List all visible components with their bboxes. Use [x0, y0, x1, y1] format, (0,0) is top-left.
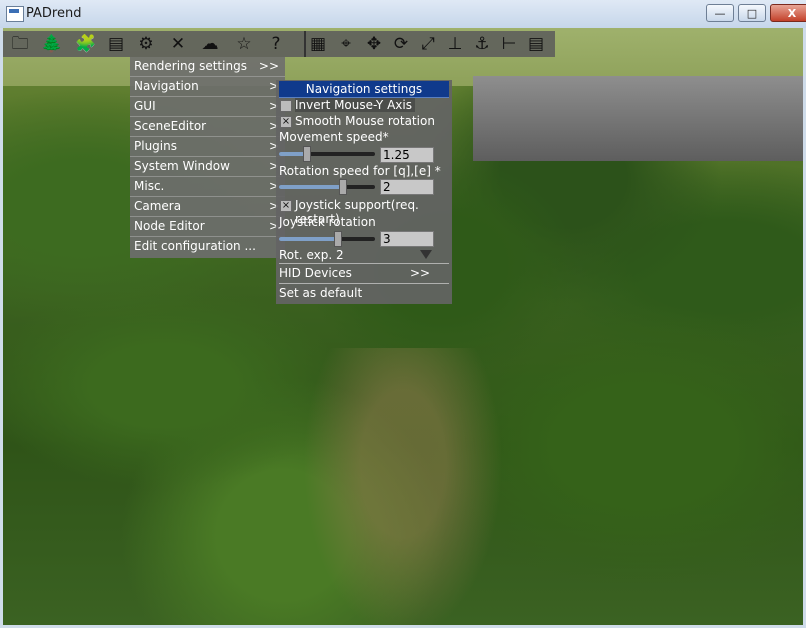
- rotation-speed-label: Rotation speed for [q],[e] *: [279, 164, 441, 178]
- slider-fill: [279, 237, 337, 241]
- menu-item-navigation[interactable]: Navigation >: [130, 77, 285, 97]
- settings-menu: Rendering settings >> Navigation > GUI > Sc…: [130, 57, 285, 258]
- submenu-arrow-icon: >>: [410, 266, 431, 280]
- puzzle-icon[interactable]: 🧩: [75, 34, 97, 54]
- hid-devices-item[interactable]: HID Devices: [279, 266, 352, 280]
- movement-speed-label: Movement speed*: [279, 130, 389, 144]
- rotation-speed-value[interactable]: 2: [380, 179, 434, 195]
- maximize-button[interactable]: □: [738, 4, 766, 22]
- divider: [279, 283, 449, 284]
- menu-item-system-window[interactable]: System Window >: [130, 157, 285, 177]
- weather-icon[interactable]: ☁: [199, 34, 221, 54]
- slider-thumb[interactable]: [333, 231, 342, 247]
- joystick-support-checkbox[interactable]: ×: [280, 200, 292, 212]
- smooth-mouse-rotation-checkbox[interactable]: ×: [280, 116, 292, 128]
- menu-item-label: Misc.: [134, 179, 165, 193]
- smooth-mouse-rotation-label[interactable]: Smooth Mouse rotation: [295, 114, 435, 128]
- star-icon[interactable]: ☆: [233, 34, 255, 54]
- list-icon[interactable]: ▤: [105, 34, 127, 54]
- toolbar-separator: [304, 31, 306, 57]
- slider-fill: [279, 185, 343, 189]
- chevron-down-icon: [420, 250, 432, 259]
- divider: [279, 263, 449, 264]
- rotation-speed-slider[interactable]: [279, 179, 375, 195]
- rotate-icon[interactable]: ⟳: [390, 34, 412, 54]
- app-icon: [6, 6, 24, 22]
- menu-item-label: Camera: [134, 199, 182, 213]
- menu-item-node-editor[interactable]: Node Editor >: [130, 217, 285, 237]
- invert-mouse-y-checkbox[interactable]: [280, 100, 292, 112]
- tools-icon[interactable]: ✕: [167, 34, 189, 54]
- menu-item-rendering-settings[interactable]: Rendering settings >>: [130, 57, 285, 77]
- menu-item-label: Node Editor: [134, 219, 205, 233]
- drop-icon[interactable]: ⊥: [444, 34, 466, 54]
- menu-item-scene-editor[interactable]: SceneEditor >: [130, 117, 285, 137]
- measure-icon[interactable]: ⊢: [498, 34, 520, 54]
- tree-icon[interactable]: 🌲: [41, 34, 63, 54]
- rot-exp-label: Rot. exp.: [279, 248, 333, 262]
- camera-icon[interactable]: ⌖: [335, 34, 357, 54]
- anchor-icon[interactable]: ⚓: [471, 34, 493, 54]
- joystick-rotation-value[interactable]: 3: [380, 231, 434, 247]
- move-icon[interactable]: ✥: [363, 34, 385, 54]
- menu-item-label: SceneEditor: [134, 119, 207, 133]
- joystick-rotation-label: Joystick rotation: [279, 215, 376, 229]
- window-title: PADrend: [26, 6, 82, 21]
- menu-item-misc[interactable]: Misc. >: [130, 177, 285, 197]
- notes-icon[interactable]: ▤: [525, 34, 547, 54]
- title-bar: PADrend — □ X: [0, 0, 806, 29]
- minimize-button[interactable]: —: [706, 4, 734, 22]
- close-button[interactable]: X: [770, 4, 806, 22]
- help-icon[interactable]: ?: [265, 34, 287, 54]
- movement-speed-value[interactable]: 1.25: [380, 147, 434, 163]
- slider-thumb[interactable]: [339, 179, 348, 195]
- menu-item-label: System Window: [134, 159, 230, 173]
- navigation-settings-panel: Navigation settings Invert Mouse-Y Axis …: [276, 80, 452, 304]
- set-as-default-button[interactable]: Set as default: [279, 286, 362, 300]
- menu-item-label: Plugins: [134, 139, 177, 153]
- movement-speed-slider[interactable]: [279, 146, 375, 162]
- slider-fill: [279, 152, 306, 156]
- menu-item-plugins[interactable]: Plugins >: [130, 137, 285, 157]
- menu-item-label: Navigation: [134, 79, 199, 93]
- menu-item-gui[interactable]: GUI >: [130, 97, 285, 117]
- folder-icon[interactable]: 🗀: [9, 34, 31, 54]
- menu-item-camera[interactable]: Camera >: [130, 197, 285, 217]
- submenu-arrow-icon: >>: [258, 59, 279, 73]
- building-wall: [473, 76, 803, 161]
- panel-title: Navigation settings: [279, 81, 449, 98]
- ground-path: [303, 348, 503, 625]
- invert-mouse-y-label[interactable]: Invert Mouse-Y Axis: [295, 98, 415, 112]
- window-border-left: [0, 28, 3, 628]
- menu-item-label: Edit configuration ...: [134, 239, 256, 253]
- gear-icon[interactable]: ⚙: [135, 34, 157, 54]
- menu-item-edit-configuration[interactable]: Edit configuration ...: [130, 237, 285, 257]
- scale-icon[interactable]: ⤢: [417, 34, 439, 54]
- menu-item-label: GUI: [134, 99, 156, 113]
- main-toolbar: 🗀 🌲 🧩 ▤ ⚙ ✕ ☁ ☆ ? ▦ ⌖ ✥ ⟳ ⤢ ⊥ ⚓ ⊢ ▤: [3, 31, 555, 57]
- menu-item-label: Rendering settings: [134, 59, 247, 73]
- rot-exp-value: 2: [336, 248, 344, 262]
- rot-exp-dropdown[interactable]: 2: [336, 248, 432, 262]
- grid-numbers-icon[interactable]: ▦: [307, 34, 329, 54]
- slider-thumb[interactable]: [302, 146, 311, 162]
- joystick-rotation-slider[interactable]: [279, 231, 375, 247]
